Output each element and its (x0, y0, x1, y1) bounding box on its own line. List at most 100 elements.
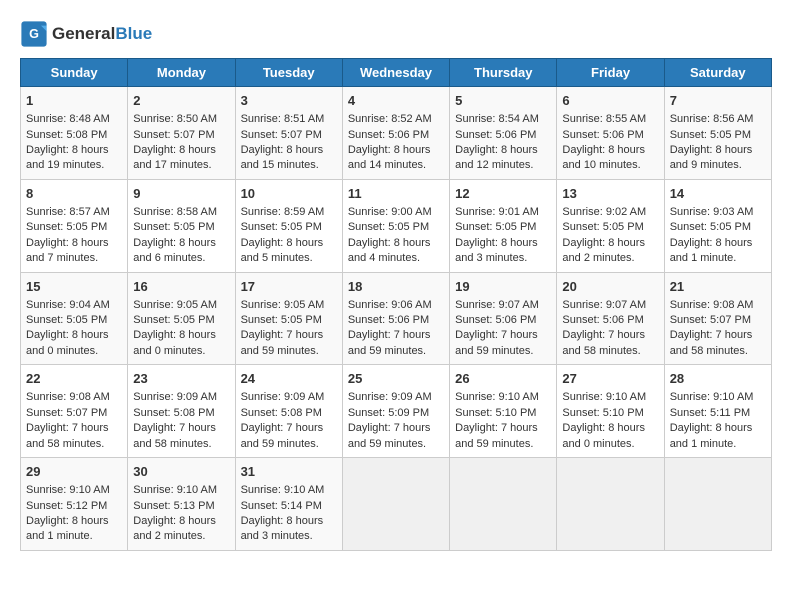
calendar-cell (664, 458, 771, 551)
sunset-text: Sunset: 5:05 PM (26, 314, 107, 326)
sunrise-text: Sunrise: 8:51 AM (241, 113, 325, 125)
calendar-cell: 20 Sunrise: 9:07 AM Sunset: 5:06 PM Dayligh… (557, 272, 664, 365)
calendar-week-1: 1Sunrise: 8:48 AMSunset: 5:08 PMDaylight… (21, 87, 772, 180)
calendar-cell: 26Sunrise: 9:10 AMSunset: 5:10 PMDayligh… (450, 365, 557, 458)
calendar-week-4: 22 Sunrise: 9:08 AM Sunset: 5:07 PM Dayligh… (21, 365, 772, 458)
daylight-label: Daylight: 7 hours and 58 minutes. (562, 329, 645, 356)
sunrise-text: Sunrise: 9:08 AM (26, 391, 110, 403)
daylight-label: Daylight: 8 hours and 2 minutes. (562, 237, 645, 264)
calendar-cell: 3 Sunrise: 8:51 AM Sunset: 5:07 PM Daylight… (235, 87, 342, 180)
sunrise-text: Sunrise: 8:56 AM (670, 113, 754, 125)
sunset-text: Sunset: 5:05 PM (241, 221, 322, 233)
sunset-text: Sunset: 5:07 PM (26, 407, 107, 419)
daylight-label: Daylight: 8 hours and 0 minutes. (26, 329, 109, 356)
day-number: 22 (26, 370, 122, 388)
day-number: 6 (562, 92, 658, 110)
daylight-label: Daylight: 7 hours and 59 minutes. (455, 329, 538, 356)
sunset-text: Sunset: 5:07 PM (133, 129, 214, 141)
calendar-cell: 17Sunrise: 9:05 AMSunset: 5:05 PMDayligh… (235, 272, 342, 365)
sunset-text: Sunset: 5:05 PM (670, 129, 751, 141)
page-header: G GeneralBlue (20, 20, 772, 48)
sunrise-text: Sunrise: 9:10 AM (241, 484, 325, 496)
daylight-label: Daylight: 8 hours and 14 minutes. (348, 144, 431, 171)
calendar-cell (450, 458, 557, 551)
daylight-label: Daylight: 8 hours and 0 minutes. (562, 422, 645, 449)
sunrise-text: Sunrise: 9:02 AM (562, 206, 646, 218)
day-number: 25 (348, 370, 444, 388)
calendar-cell: 6Sunrise: 8:55 AMSunset: 5:06 PMDaylight… (557, 87, 664, 180)
day-number: 2 (133, 92, 229, 110)
calendar-cell: 8Sunrise: 8:57 AMSunset: 5:05 PMDaylight… (21, 179, 128, 272)
calendar-week-3: 15Sunrise: 9:04 AMSunset: 5:05 PMDayligh… (21, 272, 772, 365)
sunrise-text: Sunrise: 9:05 AM (133, 299, 217, 311)
sunrise-text: Sunrise: 8:59 AM (241, 206, 325, 218)
sunrise-text: Sunrise: 8:48 AM (26, 113, 110, 125)
sunset-text: Sunset: 5:05 PM (26, 221, 107, 233)
daylight-label: Daylight: 8 hours and 10 minutes. (562, 144, 645, 171)
daylight-label: Daylight: 7 hours and 59 minutes. (348, 329, 431, 356)
day-number: 12 (455, 185, 551, 203)
calendar-cell: 31Sunrise: 9:10 AMSunset: 5:14 PMDayligh… (235, 458, 342, 551)
day-number: 20 (562, 278, 658, 296)
sunset-text: Sunset: 5:10 PM (562, 407, 643, 419)
sunset-text: Sunset: 5:06 PM (348, 129, 429, 141)
sunrise-text: Sunrise: 9:10 AM (133, 484, 217, 496)
calendar-cell: 25Sunrise: 9:09 AMSunset: 5:09 PMDayligh… (342, 365, 449, 458)
daylight-label: Daylight: 8 hours and 3 minutes. (241, 515, 324, 542)
calendar-week-2: 8Sunrise: 8:57 AMSunset: 5:05 PMDaylight… (21, 179, 772, 272)
calendar-cell: 22Sunrise: 9:08 AMSunset: 5:07 PMDayligh… (21, 365, 128, 458)
day-number: 26 (455, 370, 551, 388)
sunset-text: Sunset: 5:05 PM (348, 221, 429, 233)
daylight-label: Daylight: 8 hours and 1 minute. (26, 515, 109, 542)
sunrise-text: Sunrise: 9:10 AM (26, 484, 110, 496)
sunrise-text: Sunrise: 9:03 AM (670, 206, 754, 218)
day-number: 17 (241, 278, 337, 296)
calendar-cell: 14Sunrise: 9:03 AMSunset: 5:05 PMDayligh… (664, 179, 771, 272)
sunrise-text: Sunrise: 9:07 AM (562, 299, 646, 311)
calendar-cell (342, 458, 449, 551)
calendar-cell: 23Sunrise: 9:09 AMSunset: 5:08 PMDayligh… (128, 365, 235, 458)
sunset-text: Sunset: 5:13 PM (133, 500, 214, 512)
day-number: 14 (670, 185, 766, 203)
day-header-monday: Monday (128, 59, 235, 87)
daylight-label: Daylight: 7 hours and 59 minutes. (241, 422, 324, 449)
calendar-cell: 2Sunrise: 8:50 AMSunset: 5:07 PMDaylight… (128, 87, 235, 180)
calendar-cell: 12Sunrise: 9:01 AMSunset: 5:05 PMDayligh… (450, 179, 557, 272)
day-header-saturday: Saturday (664, 59, 771, 87)
day-number: 31 (241, 463, 337, 481)
daylight-label: Daylight: 8 hours and 4 minutes. (348, 237, 431, 264)
day-number: 24 (241, 370, 337, 388)
sunset-text: Sunset: 5:06 PM (455, 129, 536, 141)
sunset-text: Sunset: 5:07 PM (670, 314, 751, 326)
sunrise-text: Sunrise: 9:09 AM (241, 391, 325, 403)
daylight-label: Daylight: 8 hours and 0 minutes. (133, 329, 216, 356)
daylight-label: Daylight: 8 hours and 15 minutes. (241, 144, 324, 171)
sunrise-text: Sunrise: 8:50 AM (133, 113, 217, 125)
calendar-cell: 24Sunrise: 9:09 AMSunset: 5:08 PMDayligh… (235, 365, 342, 458)
calendar-cell: 30Sunrise: 9:10 AMSunset: 5:13 PMDayligh… (128, 458, 235, 551)
sunset-text: Sunset: 5:06 PM (455, 314, 536, 326)
sunrise-text: Sunrise: 9:05 AM (241, 299, 325, 311)
calendar-week-5: 29Sunrise: 9:10 AMSunset: 5:12 PMDayligh… (21, 458, 772, 551)
sunset-text: Sunset: 5:08 PM (133, 407, 214, 419)
day-number: 21 (670, 278, 766, 296)
day-header-thursday: Thursday (450, 59, 557, 87)
daylight-label: Daylight: 8 hours and 1 minute. (670, 237, 753, 264)
daylight-label: Daylight: 8 hours and 5 minutes. (241, 237, 324, 264)
day-number: 3 (241, 92, 337, 110)
day-number: 28 (670, 370, 766, 388)
sunset-text: Sunset: 5:07 PM (241, 129, 322, 141)
daylight-label: Daylight: 8 hours and 6 minutes. (133, 237, 216, 264)
calendar-cell (557, 458, 664, 551)
daylight-label: Daylight: 8 hours and 1 minute. (670, 422, 753, 449)
sunrise-text: Sunrise: 9:10 AM (670, 391, 754, 403)
sunset-text: Sunset: 5:05 PM (241, 314, 322, 326)
day-number: 27 (562, 370, 658, 388)
logo-icon: G (20, 20, 48, 48)
calendar-cell: 18Sunrise: 9:06 AMSunset: 5:06 PMDayligh… (342, 272, 449, 365)
calendar-cell: 19Sunrise: 9:07 AMSunset: 5:06 PMDayligh… (450, 272, 557, 365)
day-header-sunday: Sunday (21, 59, 128, 87)
calendar-cell: 1Sunrise: 8:48 AMSunset: 5:08 PMDaylight… (21, 87, 128, 180)
sunset-text: Sunset: 5:06 PM (562, 314, 643, 326)
sunrise-text: Sunrise: 9:01 AM (455, 206, 539, 218)
